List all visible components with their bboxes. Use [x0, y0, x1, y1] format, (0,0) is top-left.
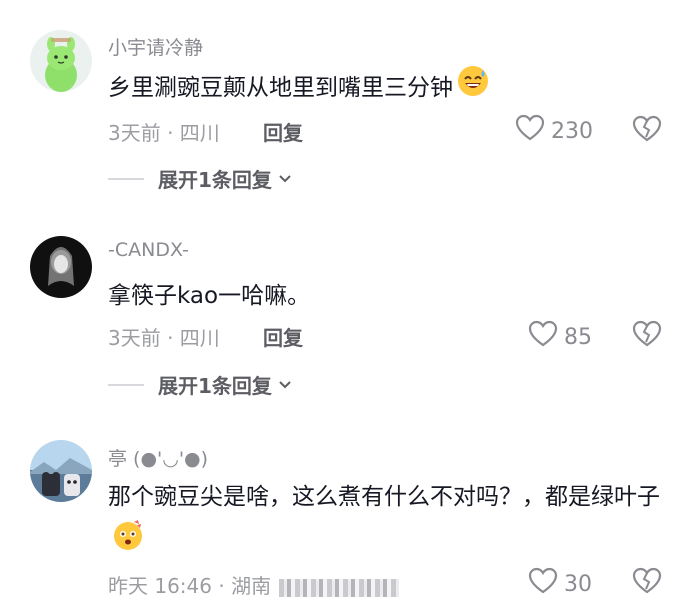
comment-username[interactable]: 小宇请冷静: [108, 33, 203, 60]
thinking-face-emoji-icon: [112, 519, 144, 566]
expand-replies-label: 展开1条回复: [158, 374, 272, 398]
comment-meta: 3天前 · 四川: [108, 326, 220, 350]
comment-username[interactable]: 亭 (●'◡'●): [108, 444, 208, 471]
broken-heart-icon: [632, 320, 662, 347]
expand-replies-button[interactable]: 展开1条回复: [108, 370, 292, 399]
like-button[interactable]: 30: [528, 567, 592, 601]
comment-username[interactable]: -CANDX-: [108, 239, 189, 261]
comment-text-content: 乡里涮豌豆颠从地里到嘴里三分钟: [108, 75, 453, 101]
comment-time-location: 昨天 16:46 · 湖南: [108, 574, 272, 598]
expand-replies-label: 展开1条回复: [158, 168, 272, 192]
reply-button[interactable]: 回复: [263, 117, 303, 146]
heart-icon: [515, 114, 545, 148]
like-button[interactable]: 230: [515, 114, 593, 148]
blurred-text: [279, 578, 400, 597]
dislike-button[interactable]: [632, 115, 662, 145]
broken-heart-icon: [632, 567, 662, 594]
comment-meta: 3天前 · 四川: [108, 121, 220, 145]
avatar[interactable]: [30, 236, 92, 298]
avatar[interactable]: [30, 30, 92, 92]
chevron-down-icon: [278, 169, 292, 188]
chevron-down-icon: [278, 375, 292, 394]
dislike-button[interactable]: [632, 567, 662, 597]
like-button[interactable]: 85: [528, 320, 592, 354]
comment-text: 那个豌豆尖是啥，这么煮有什么不对吗？，都是绿叶子: [108, 476, 663, 566]
grinning-sweat-emoji-icon: [457, 65, 489, 112]
heart-icon: [528, 567, 558, 601]
reply-button[interactable]: 回复: [263, 322, 303, 351]
avatar[interactable]: [30, 440, 92, 502]
broken-heart-icon: [632, 115, 662, 142]
like-count: 85: [564, 324, 592, 350]
like-count: 230: [551, 118, 593, 144]
divider: [108, 177, 144, 180]
like-count: 30: [564, 571, 592, 597]
comment-text: 乡里涮豌豆颠从地里到嘴里三分钟: [108, 65, 663, 112]
heart-icon: [528, 320, 558, 354]
expand-replies-button[interactable]: 展开1条回复: [108, 164, 292, 193]
comment-meta: 昨天 16:46 · 湖南: [108, 570, 400, 599]
comment-text: 拿筷子kao一哈嘛。: [108, 283, 311, 309]
comment-text-content: 那个豌豆尖是啥，这么煮有什么不对吗？，都是绿叶子: [108, 484, 660, 510]
divider: [108, 383, 144, 386]
dislike-button[interactable]: [632, 320, 662, 350]
